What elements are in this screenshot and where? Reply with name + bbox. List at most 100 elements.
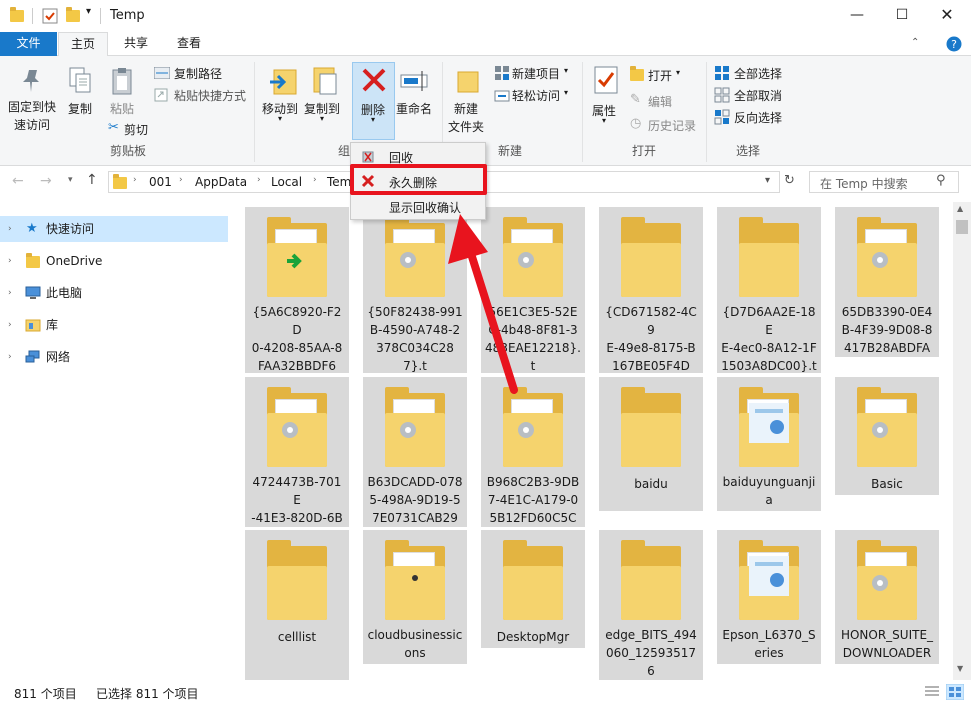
copy-button[interactable]: 复制 (64, 64, 98, 120)
history-button[interactable]: ◷ 历史记录 (630, 116, 710, 134)
tab-view[interactable]: 查看 (164, 32, 214, 56)
file-item[interactable]: 4724473B-701E-41E3-820D-6B97FC8874B1 (245, 377, 349, 527)
file-name: Basic (871, 477, 903, 491)
breadcrumb-001[interactable]: 001 (149, 175, 172, 189)
refresh-icon[interactable]: ↻ (784, 173, 795, 188)
details-view-icon[interactable] (924, 685, 940, 699)
divider (32, 8, 33, 24)
properties-button[interactable]: 属性 ▾ (590, 64, 622, 126)
up-arrow-icon[interactable]: ↑ (86, 172, 98, 188)
file-item[interactable]: celllist (245, 530, 349, 680)
new-folder-button[interactable]: 新建 文件夹 (448, 64, 488, 136)
customize-toolbar-chevron-icon[interactable]: ▾ (86, 6, 91, 17)
breadcrumb-appdata[interactable]: AppData (195, 175, 247, 189)
vertical-scrollbar[interactable]: ▲ ▼ (953, 202, 971, 680)
search-input[interactable]: 在 Temp 中搜索 (820, 175, 908, 192)
computer-icon (25, 286, 41, 299)
file-item[interactable]: cloudbusinessic ons (363, 530, 467, 664)
open-button[interactable]: 打开 ▾ (630, 66, 700, 84)
recent-locations-chevron-icon[interactable]: ▾ (68, 175, 73, 185)
search-box[interactable]: 在 Temp 中搜索 ⚲ (809, 171, 959, 193)
minimize-button[interactable]: — (834, 0, 880, 30)
select-none-button[interactable]: 全部取消 (714, 86, 794, 104)
nav-item-libraries[interactable]: › 库 (0, 312, 228, 338)
file-item[interactable]: Epson_L6370_S eries (717, 530, 821, 664)
copy-icon (69, 67, 91, 93)
delete-x-icon (362, 68, 386, 92)
new-folder-quick-icon[interactable] (66, 7, 80, 22)
copy-path-button[interactable]: 复制路径 (154, 64, 234, 82)
file-item[interactable]: 65DB3390-0E4 B-4F39-9D08-8 417B28ABDFA (835, 207, 939, 357)
rename-button[interactable]: 重命名 (396, 64, 436, 120)
file-item[interactable]: {D7D6AA2E-18E E-4ec0-8A12-1F 1503A8DC00}.t… (717, 207, 821, 373)
large-icons-view-icon[interactable] (946, 684, 964, 700)
select-all-button[interactable]: 全部选择 (714, 64, 794, 82)
nav-item-this-pc[interactable]: › 此电脑 (0, 280, 228, 306)
tab-share[interactable]: 共享 (112, 32, 160, 56)
invert-selection-button[interactable]: 反向选择 (714, 108, 794, 126)
select-none-icon (714, 87, 730, 103)
file-item[interactable]: {5A6C8920-F2D0-4208-85AA-8FAA32BBDF62}.t… (245, 207, 349, 373)
expand-chevron-icon[interactable]: › (8, 344, 12, 370)
open-folder-icon (630, 66, 644, 81)
expand-chevron-icon[interactable]: › (8, 280, 12, 306)
chevron-down-icon: ▾ (564, 66, 569, 75)
cut-button[interactable]: ✂ 剪切 (108, 120, 168, 138)
edit-button[interactable]: ✎ 编辑 (630, 92, 690, 110)
paste-shortcut-button[interactable]: 粘贴快捷方式 (154, 86, 254, 104)
chevron-right-icon: › (133, 175, 137, 185)
item-count: 811 个项目 (14, 687, 77, 701)
new-item-button[interactable]: 新建项目 ▾ (494, 64, 574, 82)
maximize-button[interactable]: ☐ (879, 0, 925, 30)
group-label-open: 打开 (632, 144, 657, 158)
file-item[interactable]: DesktopMgr (481, 530, 585, 648)
file-item[interactable]: HONOR_SUITE_ DOWNLOADER (835, 530, 939, 664)
help-icon[interactable]: ? (946, 36, 962, 52)
close-button[interactable]: ✕ (924, 0, 970, 30)
new-item-icon (495, 66, 509, 80)
tab-home[interactable]: 主页 (58, 32, 108, 57)
move-to-button[interactable]: 移动到 ▾ (262, 64, 302, 126)
copy-path-icon (154, 67, 170, 79)
file-item[interactable]: Basic (835, 377, 939, 495)
nav-item-quick-access[interactable]: › ★ 快速访问 (0, 216, 228, 242)
file-name: {CD671582-4C9E-49e8-8175-B167BE05F4DB}.t… (605, 305, 697, 373)
file-item[interactable]: {CD671582-4C9E-49e8-8175-B167BE05F4DB}.t… (599, 207, 703, 373)
delete-button[interactable]: 删除 ▾ (352, 62, 395, 140)
collapse-ribbon-icon[interactable]: ⌃ (911, 37, 919, 48)
file-item[interactable]: baiduyunguanji a (717, 377, 821, 511)
group-label-clipboard: 剪贴板 (110, 144, 147, 158)
copy-to-button[interactable]: 复制到 ▾ (304, 64, 344, 126)
folder-icon (113, 174, 127, 189)
edit-pencil-icon: ✎ (630, 92, 641, 107)
scroll-up-icon[interactable]: ▲ (957, 204, 963, 213)
divider (706, 62, 707, 162)
annotation-arrow (448, 214, 518, 394)
expand-chevron-icon[interactable]: › (8, 216, 12, 242)
properties-icon (594, 66, 618, 94)
tab-file[interactable]: 文件 (0, 32, 57, 56)
address-history-chevron-icon[interactable]: ▾ (765, 175, 770, 186)
move-to-icon (270, 69, 297, 95)
forward-arrow-icon[interactable]: → (40, 173, 52, 189)
nav-item-onedrive[interactable]: › OneDrive (0, 248, 228, 274)
folder-icon (739, 540, 799, 620)
pin-quick-access-button[interactable]: 固定到快 速访问 (8, 64, 58, 134)
breadcrumb-local[interactable]: Local (271, 175, 302, 189)
expand-chevron-icon[interactable]: › (8, 248, 12, 274)
scrollbar-thumb[interactable] (956, 220, 968, 234)
nav-item-network[interactable]: › 网络 (0, 344, 228, 370)
selected-count: 已选择 811 个项目 (96, 687, 199, 701)
expand-chevron-icon[interactable]: › (8, 312, 12, 338)
file-item[interactable]: baidu (599, 377, 703, 511)
back-arrow-icon[interactable]: ← (12, 173, 24, 189)
paste-button[interactable]: 粘贴 (106, 64, 140, 120)
properties-check-icon[interactable] (42, 8, 58, 24)
title-bar: ▾ Temp — ☐ ✕ (0, 0, 971, 32)
folder-icon (857, 387, 917, 467)
search-icon[interactable]: ⚲ (936, 173, 946, 188)
group-label-new: 新建 (498, 144, 523, 158)
file-item[interactable]: edge_BITS_494060_1259351760 (599, 530, 703, 680)
easy-access-button[interactable]: 轻松访问 ▾ (494, 86, 574, 104)
scroll-down-icon[interactable]: ▼ (957, 664, 963, 673)
